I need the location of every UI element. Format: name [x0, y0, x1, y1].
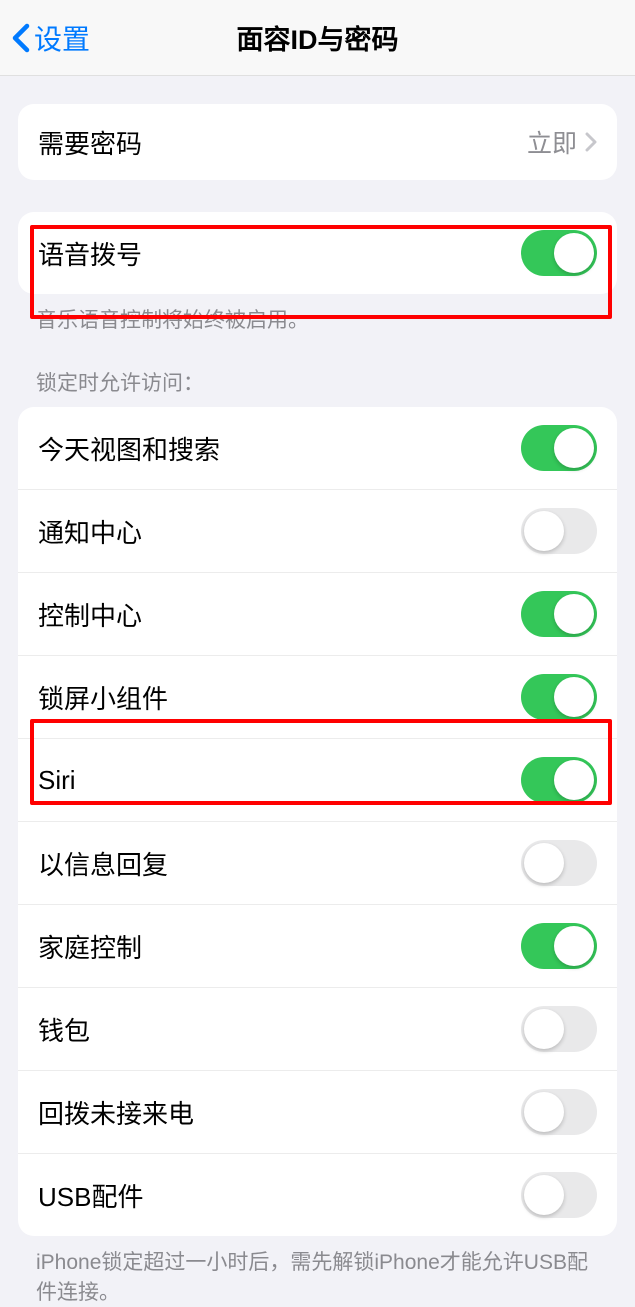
lock-item-reply-message: 以信息回复	[18, 822, 617, 905]
lock-item-label: Siri	[38, 765, 76, 796]
require-passcode-label: 需要密码	[38, 124, 142, 161]
control-center-toggle[interactable]	[521, 591, 597, 637]
lock-item-control-center: 控制中心	[18, 573, 617, 656]
require-passcode-group: 需要密码 立即	[18, 104, 617, 180]
lock-item-label: 钱包	[38, 1011, 90, 1048]
wallet-toggle[interactable]	[521, 1006, 597, 1052]
toggle-knob	[524, 843, 564, 883]
chevron-right-icon	[585, 132, 597, 152]
toggle-knob	[524, 511, 564, 551]
lock-item-wallet: 钱包	[18, 988, 617, 1071]
lock-item-notification-center: 通知中心	[18, 490, 617, 573]
lock-item-usb-accessories: USB配件	[18, 1154, 617, 1236]
require-passcode-value: 立即	[527, 124, 597, 160]
require-passcode-value-text: 立即	[527, 124, 577, 160]
lock-section-header: 锁定时允许访问：	[36, 367, 599, 397]
back-label: 设置	[34, 18, 90, 58]
back-button[interactable]: 设置	[12, 18, 90, 58]
today-view-toggle[interactable]	[521, 425, 597, 471]
voice-dial-toggle[interactable]	[521, 230, 597, 276]
notification-center-toggle[interactable]	[521, 508, 597, 554]
lock-item-home-control: 家庭控制	[18, 905, 617, 988]
lock-item-label: 今天视图和搜索	[38, 430, 220, 467]
toggle-knob	[554, 428, 594, 468]
lock-item-label: 控制中心	[38, 596, 142, 633]
lock-access-group: 今天视图和搜索通知中心控制中心锁屏小组件 Siri 以信息回复家庭控制钱包回拨未接来…	[18, 407, 617, 1236]
lock-item-lock-widgets: 锁屏小组件	[18, 656, 617, 739]
lock-item-label: USB配件	[38, 1177, 143, 1214]
toggle-knob	[554, 677, 594, 717]
lock-item-label: 回拨未接来电	[38, 1094, 194, 1131]
navbar: 设置 面容ID与密码	[0, 0, 635, 76]
toggle-knob	[524, 1092, 564, 1132]
lock-item-label: 家庭控制	[38, 928, 142, 965]
lock-item-label: 以信息回复	[38, 845, 168, 882]
toggle-knob	[524, 1175, 564, 1215]
voice-dial-row: 语音拨号	[18, 212, 617, 294]
lock-item-label: 锁屏小组件	[38, 679, 168, 716]
voice-dial-label: 语音拨号	[38, 235, 142, 272]
toggle-knob	[524, 1009, 564, 1049]
toggle-knob	[554, 926, 594, 966]
toggle-knob	[554, 760, 594, 800]
lock-widgets-toggle[interactable]	[521, 674, 597, 720]
lock-item-callback-missed: 回拨未接来电	[18, 1071, 617, 1154]
voice-dial-group: 语音拨号	[18, 212, 617, 294]
home-control-toggle[interactable]	[521, 923, 597, 969]
lock-item-today-view: 今天视图和搜索	[18, 407, 617, 490]
voice-dial-footer: 音乐语音控制将始终被启用。	[36, 306, 599, 335]
require-passcode-row[interactable]: 需要密码 立即	[18, 104, 617, 180]
toggle-knob	[554, 594, 594, 634]
reply-message-toggle[interactable]	[521, 840, 597, 886]
siri-toggle[interactable]	[521, 757, 597, 803]
page-title: 面容ID与密码	[237, 18, 399, 57]
lock-section-footer: iPhone锁定超过一小时后，需先解锁iPhone才能允许USB配件连接。	[36, 1248, 599, 1307]
usb-accessories-toggle[interactable]	[521, 1172, 597, 1218]
lock-item-label: 通知中心	[38, 513, 142, 550]
chevron-left-icon	[12, 23, 30, 53]
lock-item-siri: Siri	[18, 739, 617, 822]
toggle-knob	[554, 233, 594, 273]
content: 需要密码 立即 语音拨号 音乐语音控制将始终被启用。 锁定时允许访问： 今天视图…	[0, 104, 635, 1307]
callback-missed-toggle[interactable]	[521, 1089, 597, 1135]
